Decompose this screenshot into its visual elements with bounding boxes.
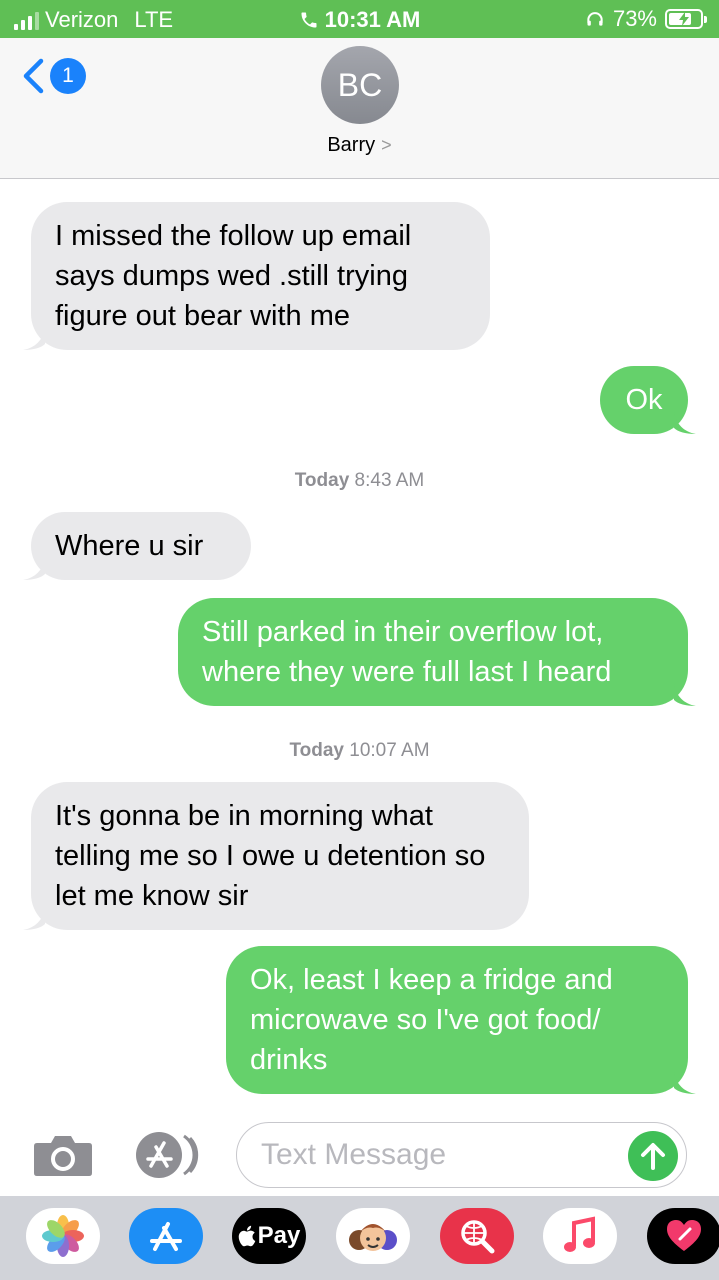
message-text: Where u sir [55,530,204,562]
status-bar: Verizon LTE 10:31 AM 73% [0,0,719,38]
camera-icon[interactable] [33,1133,93,1177]
app-drawer: Pay [0,1196,719,1280]
chevron-right-icon: > [381,135,392,155]
incoming-message[interactable]: Where u sir [23,512,251,580]
outgoing-message[interactable]: Ok, least I keep a fridge and microwave … [226,946,696,1094]
outgoing-message[interactable]: Still parked in their overflow lot, wher… [178,598,696,706]
message-text: Ok, least I keep a fridge and microwave … [250,964,613,1076]
arrow-up-icon [641,1143,665,1170]
message-text: I missed the follow up email says dumps … [55,220,412,332]
bubble-tail [23,908,45,930]
bubble-tail [23,558,45,580]
chevron-left-icon [23,58,44,94]
music-app-button[interactable] [543,1208,617,1264]
music-icon [564,1216,595,1252]
outgoing-message[interactable]: Ok [600,366,696,434]
bubble-tail [23,328,45,350]
status-right: 73% [585,6,707,32]
contact-avatar[interactable]: BC [321,46,399,124]
headphones-icon [587,12,603,26]
unread-count-badge: 1 [50,58,86,94]
memoji-icon [349,1224,397,1251]
app-store-app-button[interactable] [129,1208,203,1264]
conversation-header: 1 BC Barry > [0,38,719,179]
photos-app-button[interactable] [26,1208,100,1264]
phone-icon [301,12,317,28]
bubble-tail [674,1072,696,1094]
send-button[interactable] [628,1131,678,1181]
apple-pay-app-button[interactable]: Pay [232,1208,306,1264]
status-time: 10:31 AM [324,7,421,32]
contact-name: Barry [327,134,376,156]
incoming-message[interactable]: It's gonna be in morning what telling me… [23,782,529,930]
bubble-tail [674,412,696,434]
timestamp-time: 10:07 AM [349,740,430,761]
web-search-icon [461,1220,495,1254]
apple-logo-icon [238,1225,255,1247]
digital-touch-app-button[interactable] [647,1208,719,1264]
timestamp: Today 10:07 AM [0,740,719,762]
timestamp: Today 8:43 AM [0,470,719,492]
back-button[interactable]: 1 [22,58,86,94]
timestamp-time: 8:43 AM [354,470,425,491]
memoji-app-button[interactable] [336,1208,410,1264]
message-input-field[interactable] [236,1122,687,1188]
charging-bolt-icon [679,12,689,26]
app-store-icon[interactable] [134,1130,204,1180]
message-text: It's gonna be in morning what telling me… [55,800,486,912]
web-search-app-button[interactable] [440,1208,514,1264]
apple-pay-label: Pay [257,1222,301,1249]
app-store-icon [150,1222,182,1251]
digital-touch-icon [667,1220,701,1251]
battery-percent: 73% [612,6,657,31]
message-text: Ok [625,384,663,416]
message-text: Still parked in their overflow lot, wher… [202,616,612,688]
timestamp-day: Today [289,740,344,761]
contact-name-button[interactable]: Barry > [0,134,719,157]
photos-icon [42,1215,84,1257]
battery-icon [665,9,707,29]
incoming-message[interactable]: I missed the follow up email says dumps … [23,202,490,350]
message-input[interactable] [261,1135,631,1175]
timestamp-day: Today [294,470,350,491]
bubble-tail [674,684,696,706]
